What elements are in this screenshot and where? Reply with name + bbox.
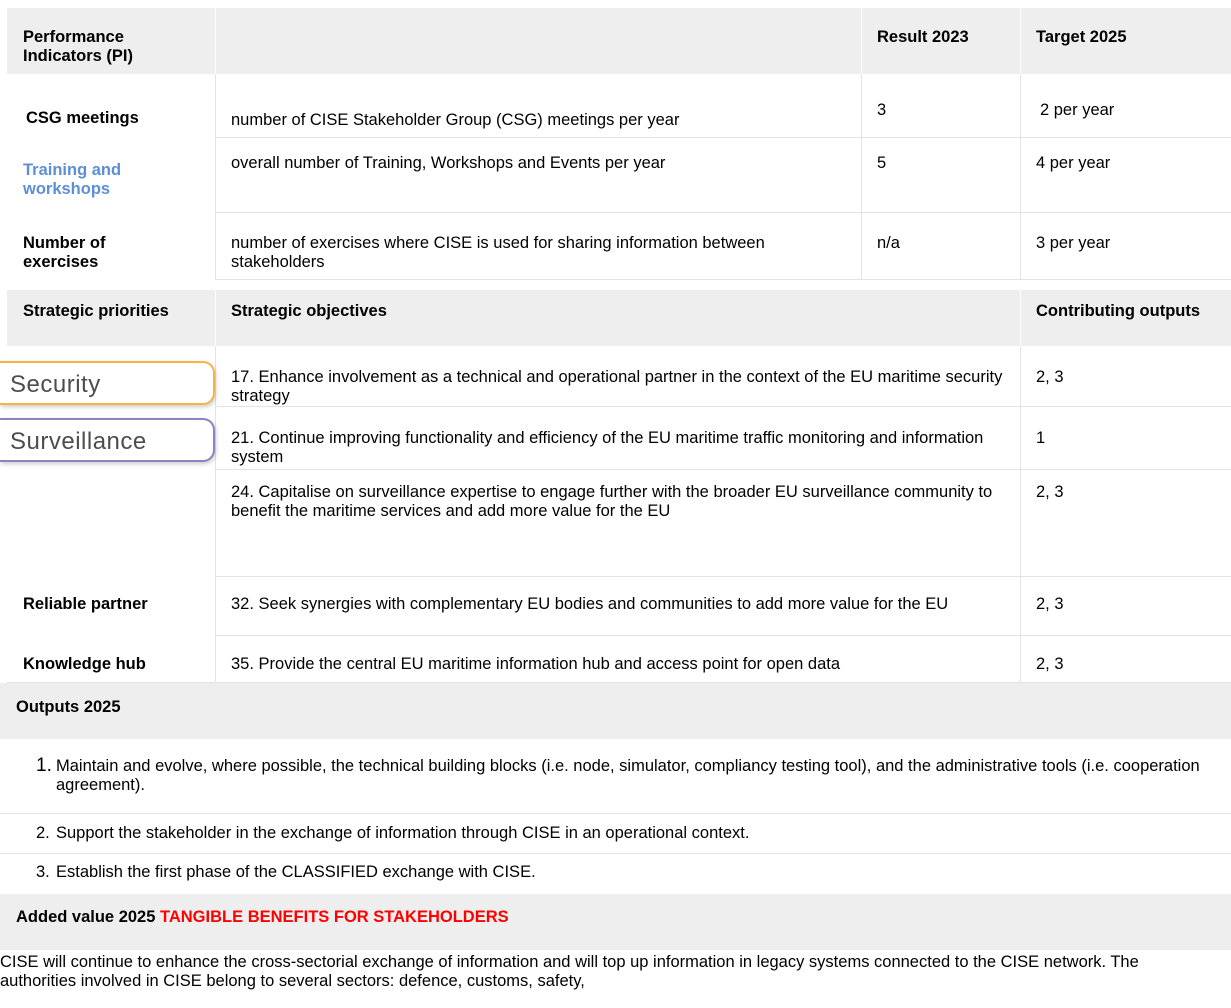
pi-row-name-csg: CSG meetings [26, 109, 139, 127]
objective-32: 32. Seek synergies with complementary EU… [231, 595, 949, 613]
outputs-24: 2, 3 [1036, 483, 1064, 501]
pi-row-desc-training: overall number of Training, Workshops an… [231, 154, 666, 172]
pi-header-target: Target 2025 [1036, 28, 1127, 46]
outputs-21: 1 [1036, 429, 1046, 447]
added-value-title: Added value 2025 [16, 908, 156, 926]
output-item-3-number: 3. [36, 863, 50, 881]
output-item-2-number: 2. [36, 824, 50, 842]
pi-row-target-csg: 2 per year [1040, 101, 1115, 119]
pi-row-result-exercises: n/a [877, 234, 900, 252]
pi-row-name-training: Training and workshops [23, 161, 122, 198]
output-item-1-text: Maintain and evolve, where possible, the… [56, 757, 1200, 794]
strategy-header-objectives: Strategic objectives [231, 302, 387, 320]
output-item-2-text: Support the stakeholder in the exchange … [56, 824, 750, 842]
outputs-17: 2, 3 [1036, 368, 1064, 386]
added-value-highlight: TANGIBLE BENEFITS FOR STAKEHOLDERS [160, 908, 509, 926]
pi-row-target-training: 4 per year [1036, 154, 1111, 172]
objective-24: 24. Capitalise on surveillance expertise… [231, 483, 993, 520]
output-item-1: 1. Maintain and evolve, where possible, … [0, 748, 1231, 814]
priority-reliable-partner: Reliable partner [23, 595, 148, 613]
output-item-1-number: 1. [36, 755, 52, 776]
outputs-title: Outputs 2025 [16, 698, 121, 716]
pi-header-indicators: Performance Indicators (PI) [23, 28, 134, 65]
priority-pill-security: Security [0, 361, 215, 405]
added-value-body: CISE will continue to enhance the cross-… [0, 953, 1139, 990]
objective-35: 35. Provide the central EU maritime info… [231, 655, 841, 673]
outputs-35: 2, 3 [1036, 655, 1064, 673]
objective-21: 21. Continue improving functionality and… [231, 429, 984, 466]
pi-row-desc-csg: number of CISE Stakeholder Group (CSG) m… [231, 111, 680, 129]
objective-17: 17. Enhance involvement as a technical a… [231, 368, 1003, 405]
pi-row-target-exercises: 3 per year [1036, 234, 1111, 252]
output-item-2: 2. Support the stakeholder in the exchan… [0, 815, 1231, 854]
output-item-3-text: Establish the first phase of the CLASSIF… [56, 863, 536, 881]
pi-row-desc-exercises: number of exercises where CISE is used f… [231, 234, 765, 271]
priority-pill-surveillance: Surveillance [0, 418, 215, 462]
strategy-header-outputs: Contributing outputs [1036, 302, 1201, 320]
output-item-3: 3. Establish the first phase of the CLAS… [0, 855, 1231, 893]
pi-row-result-csg: 3 [877, 101, 887, 119]
priority-knowledge-hub: Knowledge hub [23, 655, 146, 673]
outputs-32: 2, 3 [1036, 595, 1064, 613]
pi-row-result-training: 5 [877, 154, 887, 172]
pi-header-result: Result 2023 [877, 28, 969, 46]
pi-row-name-exercises: Number of exercises [23, 234, 106, 271]
added-value-heading: Added value 2025 TANGIBLE BENEFITS FOR S… [0, 902, 1000, 933]
strategy-header-priorities: Strategic priorities [23, 302, 169, 320]
